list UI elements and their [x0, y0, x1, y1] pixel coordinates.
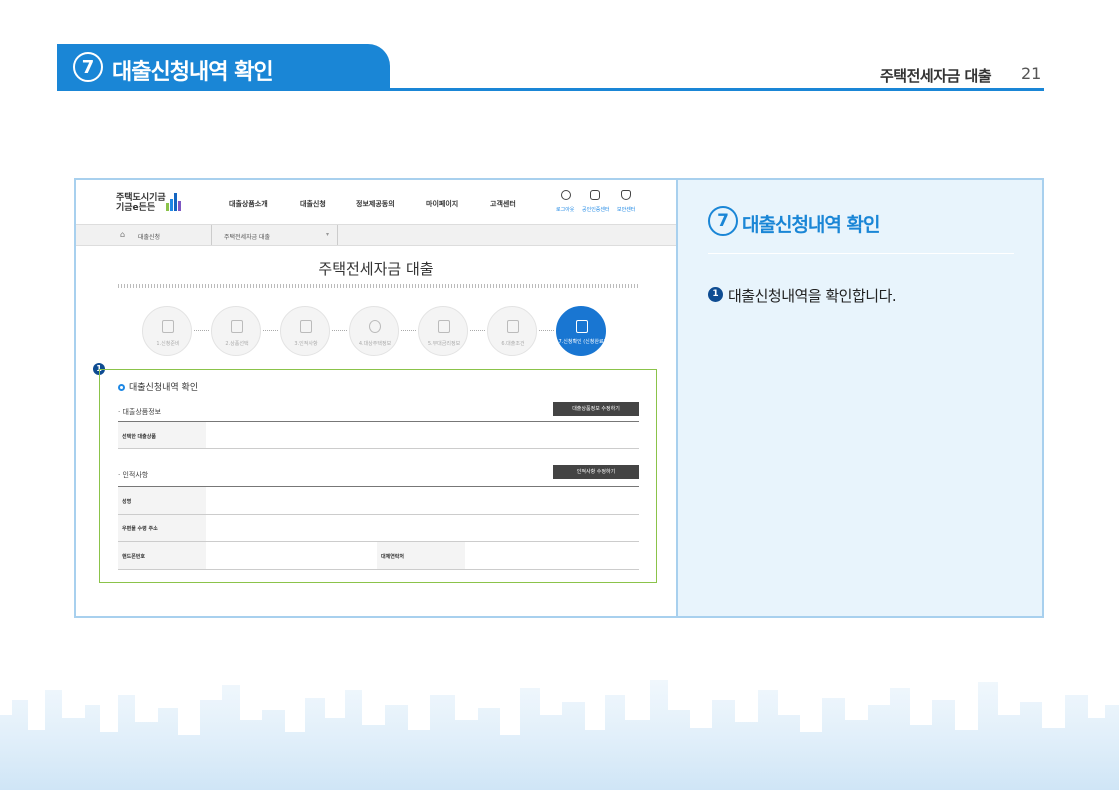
check-document-icon	[576, 320, 588, 333]
product-icon	[231, 320, 243, 333]
title-divider	[118, 284, 640, 288]
step-5: 5.부대금리정보	[418, 306, 468, 356]
ring-bullet-icon	[118, 384, 125, 391]
row-divider	[118, 514, 639, 515]
address-label: 우편물 수령 주소	[122, 526, 158, 532]
document-icon	[507, 320, 519, 333]
nav-item-mypage[interactable]: 마이페이지	[426, 199, 458, 209]
step-connector	[401, 330, 416, 331]
name-label: 성명	[122, 499, 132, 505]
confirm-section-title: 대출신청내역 확인	[118, 380, 198, 393]
step-label: 2.상품선택	[225, 341, 249, 347]
product-subheading: · 대출상품정보	[118, 408, 162, 416]
step-label: 6.대출조건	[501, 341, 525, 347]
logout-link[interactable]: 로그아웃	[556, 206, 574, 213]
page-number: 21	[1021, 64, 1042, 83]
step-connector	[263, 330, 278, 331]
step-6: 6.대출조건	[487, 306, 537, 356]
step-1: 1.신청준비	[142, 306, 192, 356]
logo-line2: 기금e든든	[116, 203, 156, 213]
step-label: 4.대상주택정보	[358, 341, 392, 347]
nav-item-apply[interactable]: 대출신청	[300, 199, 326, 209]
site-logo[interactable]: 주택도시기금 기금e든든	[116, 193, 166, 213]
step-connector	[539, 330, 554, 331]
search-house-icon	[369, 320, 381, 333]
step-connector	[332, 330, 347, 331]
nav-item-products[interactable]: 대출상품소개	[229, 199, 268, 209]
cert-center-link[interactable]: 공인인증센터	[582, 206, 610, 213]
description-number-badge: 7	[708, 206, 738, 236]
row-divider	[118, 448, 639, 449]
step-label: 1.신청준비	[156, 341, 180, 347]
step-connector	[470, 330, 485, 331]
confirm-section-title-text: 대출신청내역 확인	[129, 383, 199, 393]
edit-product-button[interactable]: 대출상품정보 수정하기	[553, 402, 639, 416]
numbered-bullet: 1	[708, 287, 723, 302]
description-title: 대출신청내역 확인	[742, 214, 880, 236]
nav-item-consent[interactable]: 정보제공동의	[356, 199, 395, 209]
breadcrumb-item-apply[interactable]: 대출신청	[138, 232, 160, 241]
section-number-badge: 7	[73, 52, 103, 82]
row-divider	[118, 569, 639, 570]
chevron-down-icon[interactable]: ▾	[326, 231, 329, 238]
rate-icon	[438, 320, 450, 333]
mobile-label: 핸드폰번호	[122, 554, 146, 560]
city-skyline	[0, 680, 1119, 790]
power-icon[interactable]	[561, 190, 571, 200]
lock-icon[interactable]	[590, 190, 600, 200]
content-frame: 주택도시기금 기금e든든 대출상품소개 대출신청 정보제공동의 마이페이지 고객…	[74, 178, 1044, 618]
breadcrumb: ⌂ 대출신청 주택전세자금 대출 ▾	[76, 224, 676, 246]
step-4: 4.대상주택정보	[349, 306, 399, 356]
breadcrumb-divider	[337, 225, 338, 245]
step-3: 3.인적사항	[280, 306, 330, 356]
breadcrumb-divider	[211, 225, 212, 245]
step-connector	[194, 330, 209, 331]
monitor-icon	[162, 320, 174, 333]
description-text: 대출신청내역을 확인합니다.	[728, 287, 897, 305]
id-card-icon	[300, 320, 312, 333]
alt-contact-label: 대체연락처	[381, 554, 405, 560]
home-icon[interactable]: ⌂	[120, 230, 125, 239]
description-panel: 7 대출신청내역 확인 1 대출신청내역을 확인합니다.	[676, 180, 1042, 616]
personal-subheading: · 인적사항	[118, 471, 149, 479]
website-screenshot: 주택도시기금 기금e든든 대출상품소개 대출신청 정보제공동의 마이페이지 고객…	[76, 180, 676, 616]
section-title: 대출신청내역 확인	[112, 60, 274, 85]
step-7-active: 7.신청확인 (신청완료)	[556, 306, 606, 356]
security-center-link[interactable]: 보안센터	[617, 206, 635, 213]
header-rule	[57, 88, 1044, 91]
document-title: 주택전세자금 대출	[880, 67, 992, 85]
selected-product-label: 선택한 대출상품	[122, 434, 156, 440]
shield-icon[interactable]	[621, 190, 631, 200]
step-label: 3.인적사항	[294, 341, 318, 347]
step-label: 5.부대금리정보	[427, 341, 461, 347]
step-label: 7.신청확인 (신청완료)	[558, 339, 606, 345]
logo-bars-icon	[166, 193, 184, 211]
logo-line1: 주택도시기금	[116, 193, 166, 203]
nav-item-support[interactable]: 고객센터	[490, 199, 516, 209]
step-2: 2.상품선택	[211, 306, 261, 356]
breadcrumb-item-product[interactable]: 주택전세자금 대출	[224, 232, 270, 241]
description-divider	[708, 253, 1014, 254]
screenshot-page-title: 주택전세자금 대출	[318, 260, 434, 278]
edit-personal-button[interactable]: 인적사항 수정하기	[553, 465, 639, 479]
